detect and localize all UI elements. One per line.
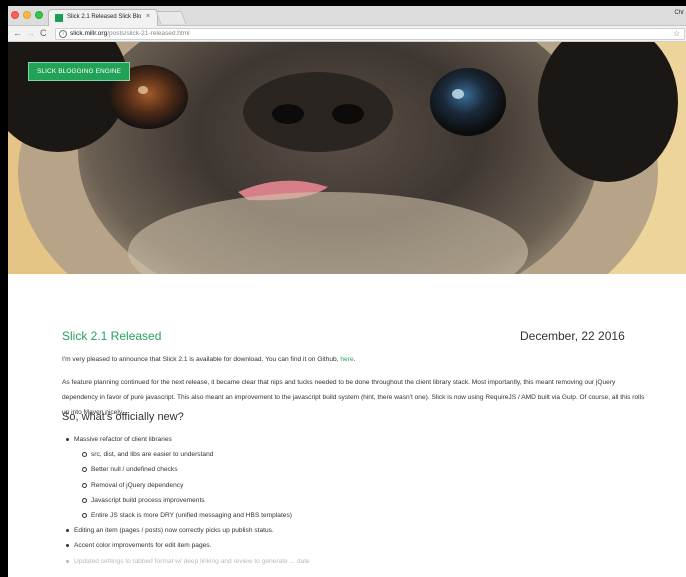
sub-list-item: Removal of jQuery dependency bbox=[82, 478, 310, 493]
list-item: Massive refactor of client libraries src… bbox=[66, 432, 310, 523]
post-title: Slick 2.1 Released bbox=[62, 329, 162, 343]
list-item-text: Massive refactor of client libraries bbox=[74, 436, 172, 443]
article: Slick 2.1 Released December, 22 2016 I'm… bbox=[8, 274, 686, 577]
sub-list-item: src, dist, and libs are easier to unders… bbox=[82, 447, 310, 462]
sub-list-item: Javascript build process improvements bbox=[82, 493, 310, 508]
list-item: Accent color improvements for edit item … bbox=[66, 538, 310, 553]
forward-arrow-icon[interactable]: → bbox=[26, 27, 35, 39]
intro-text: I'm very pleased to announce that Slick … bbox=[62, 356, 341, 363]
list-item: Editing an item (pages / posts) now corr… bbox=[66, 523, 310, 538]
back-arrow-icon[interactable]: ← bbox=[13, 27, 22, 39]
close-window-button[interactable] bbox=[11, 11, 19, 19]
maximize-window-button[interactable] bbox=[35, 11, 43, 19]
favicon-icon bbox=[55, 14, 63, 22]
info-icon[interactable]: i bbox=[59, 30, 67, 38]
url-path: /posts/slick-21-released.html bbox=[107, 30, 190, 37]
section-heading: So, what's officially new? bbox=[62, 411, 184, 423]
minimize-window-button[interactable] bbox=[23, 11, 31, 19]
sub-list-item: Entire JS stack is more DRY (unified mes… bbox=[82, 508, 310, 523]
brand-logo-button[interactable]: SLICK BLOGGING ENGINE bbox=[28, 62, 131, 81]
url-host: slick.millr.org bbox=[70, 30, 108, 37]
intro-end: . bbox=[353, 356, 356, 363]
tab-strip: Slick 2.1 Released Slick Blogg × Chr bbox=[8, 6, 686, 26]
bookmark-star-icon[interactable]: ☆ bbox=[673, 29, 680, 38]
tab-close-icon[interactable]: × bbox=[146, 12, 150, 21]
profile-label[interactable]: Chr bbox=[674, 10, 684, 16]
url-text: slick.millr.org/posts/slick-21-released.… bbox=[70, 30, 190, 38]
tab-title: Slick 2.1 Released Slick Blogg bbox=[67, 14, 141, 20]
address-bar[interactable]: i slick.millr.org/posts/slick-21-release… bbox=[55, 28, 685, 40]
sub-list-item: Better null / undefined checks bbox=[82, 462, 310, 477]
browser-window: Slick 2.1 Released Slick Blogg × Chr ← →… bbox=[8, 6, 686, 577]
list-item: Updated settings to tabbed format w/ dee… bbox=[66, 554, 310, 569]
github-link[interactable]: here bbox=[340, 356, 353, 363]
browser-tab[interactable]: Slick 2.1 Released Slick Blogg × bbox=[48, 9, 158, 26]
feature-list: Massive refactor of client libraries src… bbox=[66, 432, 310, 569]
post-date: December, 22 2016 bbox=[520, 329, 625, 343]
new-tab-button[interactable] bbox=[155, 11, 187, 24]
address-toolbar: ← → C i slick.millr.org/posts/slick-21-r… bbox=[8, 26, 686, 42]
intro-paragraph: I'm very pleased to announce that Slick … bbox=[62, 352, 652, 367]
sub-list: src, dist, and libs are easier to unders… bbox=[74, 447, 310, 523]
hero-image: SLICK BLOGGING ENGINE bbox=[8, 42, 686, 274]
reload-icon[interactable]: C bbox=[40, 27, 47, 39]
